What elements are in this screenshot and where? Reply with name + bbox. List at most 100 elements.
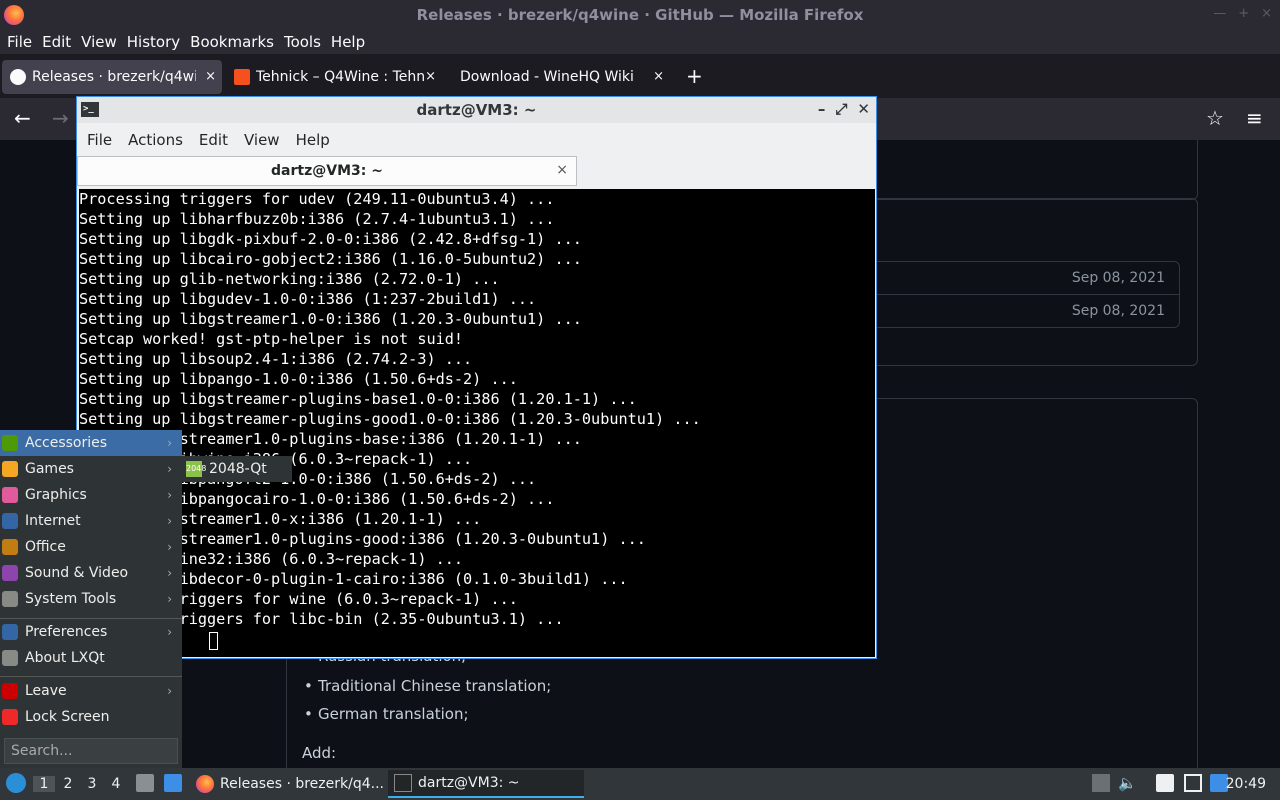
term-menu-actions[interactable]: Actions bbox=[120, 131, 191, 149]
terminal-line: Setting up libharfbuzz0b:i386 (2.7.4-1ub… bbox=[79, 210, 555, 228]
keyboard-icon[interactable] bbox=[1184, 774, 1202, 792]
menu-item-about-lxqt[interactable]: About LXQt bbox=[0, 645, 182, 671]
hamburger-menu-icon[interactable]: ≡ bbox=[1246, 106, 1263, 130]
menu-search-input[interactable]: Search... bbox=[4, 738, 178, 764]
tab-close-icon[interactable]: × bbox=[653, 69, 664, 84]
category-icon bbox=[2, 624, 18, 640]
firefox-titlebar: Releases · brezerk/q4wine · GitHub — Moz… bbox=[0, 0, 1280, 30]
menu-item-label: Preferences bbox=[25, 624, 108, 640]
chevron-right-icon: › bbox=[167, 684, 172, 698]
menu-item-label: Lock Screen bbox=[25, 709, 110, 725]
terminal-line: Setting up libgudev-1.0-0:i386 (1:237-2b… bbox=[79, 290, 537, 308]
terminal-line: Setting up libgstreamer-plugins-good1.0-… bbox=[79, 410, 701, 428]
term-menu-edit[interactable]: Edit bbox=[191, 131, 236, 149]
menu-item-lock-screen[interactable]: Lock Screen bbox=[0, 704, 182, 730]
chevron-right-icon: › bbox=[167, 436, 172, 450]
start-menu-icon[interactable] bbox=[6, 773, 26, 793]
menu-help[interactable]: Help bbox=[326, 33, 370, 51]
menu-item-preferences[interactable]: Preferences › bbox=[0, 619, 182, 645]
terminal-line: Setting up libsoup2.4-1:i386 (2.74.2-3) … bbox=[79, 350, 473, 368]
volume-icon[interactable]: 🔈 bbox=[1118, 774, 1137, 792]
bookmark-star-icon[interactable]: ☆ bbox=[1206, 106, 1224, 130]
application-menu: Accessories › Games › Graphics › Internet › Offi… bbox=[0, 430, 182, 768]
taskbar-item-label: dartz@VM3: ~ bbox=[418, 775, 520, 791]
new-tab-button[interactable]: + bbox=[686, 64, 703, 88]
tray-arrow-icon[interactable] bbox=[1092, 774, 1110, 792]
minimize-icon[interactable]: – bbox=[818, 100, 826, 118]
menu-edit[interactable]: Edit bbox=[37, 33, 76, 51]
submenu-item-label: 2048-Qt bbox=[209, 461, 267, 477]
category-icon bbox=[2, 487, 18, 503]
terminal-line: Setcap worked! gst-ptp-helper is not sui… bbox=[79, 330, 464, 348]
chevron-right-icon: › bbox=[167, 488, 172, 502]
term-menu-view[interactable]: View bbox=[236, 131, 288, 149]
tab-tehnick[interactable]: Tehnick – Q4Wine : Tehnick × bbox=[226, 60, 442, 94]
terminal-icon bbox=[394, 774, 412, 792]
taskbar-item-terminal[interactable]: dartz@VM3: ~ bbox=[388, 770, 584, 798]
terminal-window-controls: – ⤢ ✕ bbox=[818, 100, 870, 118]
menu-item-games[interactable]: Games › bbox=[0, 456, 182, 482]
menu-item-label: System Tools bbox=[25, 591, 117, 607]
menu-item-label: Accessories bbox=[25, 435, 108, 451]
menu-item-system-tools[interactable]: System Tools › bbox=[0, 586, 182, 612]
menu-item-label: Sound & Video bbox=[25, 565, 129, 581]
clock[interactable]: 20:49 bbox=[1226, 776, 1266, 792]
chevron-right-icon: › bbox=[167, 566, 172, 580]
menu-bookmarks[interactable]: Bookmarks bbox=[185, 33, 279, 51]
menu-item-leave[interactable]: Leave › bbox=[0, 678, 182, 704]
terminal-icon: >_ bbox=[81, 102, 99, 117]
tab-label: Tehnick – Q4Wine : Tehnick bbox=[256, 69, 424, 85]
clipboard-icon[interactable] bbox=[1156, 774, 1174, 792]
menu-item-label: Office bbox=[25, 539, 66, 555]
term-menu-file[interactable]: File bbox=[79, 131, 120, 149]
terminal-tab-label: dartz@VM3: ~ bbox=[271, 163, 383, 179]
file-manager-icon[interactable] bbox=[136, 774, 154, 792]
desktop-3[interactable]: 3 bbox=[81, 776, 103, 792]
terminal-output[interactable]: Processing triggers for udev (249.11-0ub… bbox=[79, 189, 875, 657]
tab-label: Download - WineHQ Wiki bbox=[460, 69, 634, 85]
tab-close-icon[interactable]: × bbox=[425, 69, 436, 84]
category-icon bbox=[2, 435, 18, 451]
tab-winehq[interactable]: Download - WineHQ Wiki × bbox=[446, 60, 670, 94]
back-button[interactable]: ← bbox=[14, 106, 31, 130]
terminal-tab[interactable]: dartz@VM3: ~ × bbox=[77, 156, 577, 186]
note-item: German translation; bbox=[304, 705, 469, 723]
maximize-icon[interactable]: ⤢ bbox=[835, 100, 847, 118]
chevron-right-icon: › bbox=[167, 592, 172, 606]
maximize-icon[interactable]: + bbox=[1238, 6, 1249, 21]
tab-close-icon[interactable]: × bbox=[205, 69, 216, 84]
menu-item-label: Games bbox=[25, 461, 74, 477]
asset-date: Sep 08, 2021 bbox=[1071, 270, 1165, 286]
menu-tools[interactable]: Tools bbox=[279, 33, 326, 51]
firefox-icon bbox=[4, 5, 24, 25]
note-item: Traditional Chinese translation; bbox=[304, 677, 551, 695]
show-desktop-icon[interactable] bbox=[164, 774, 182, 792]
desktop-1[interactable]: 1 bbox=[33, 776, 55, 792]
tab-releases[interactable]: Releases · brezerk/q4wine · GitHub × bbox=[2, 60, 222, 94]
minimize-icon[interactable]: — bbox=[1213, 6, 1226, 21]
tab-close-icon[interactable]: × bbox=[556, 162, 568, 178]
close-icon[interactable]: ✕ bbox=[857, 100, 870, 118]
menu-separator bbox=[0, 676, 182, 677]
menu-item-label: About LXQt bbox=[25, 650, 105, 666]
menu-item-graphics[interactable]: Graphics › bbox=[0, 482, 182, 508]
desktop-4[interactable]: 4 bbox=[105, 776, 127, 792]
menu-item-office[interactable]: Office › bbox=[0, 534, 182, 560]
menu-file[interactable]: File bbox=[2, 33, 37, 51]
terminal-menubar: File Actions Edit View Help bbox=[77, 127, 876, 153]
menu-item-accessories[interactable]: Accessories › bbox=[0, 430, 182, 456]
term-menu-help[interactable]: Help bbox=[288, 131, 338, 149]
menu-view[interactable]: View bbox=[76, 33, 122, 51]
menu-item-sound-video[interactable]: Sound & Video › bbox=[0, 560, 182, 586]
forward-button[interactable]: → bbox=[52, 106, 69, 130]
terminal-line: Setting up glib-networking:i386 (2.72.0-… bbox=[79, 270, 500, 288]
taskbar-item-firefox[interactable]: Releases · brezerk/q4... bbox=[190, 770, 386, 798]
close-icon[interactable]: × bbox=[1261, 6, 1272, 21]
menu-item-internet[interactable]: Internet › bbox=[0, 508, 182, 534]
menu-item-label: Leave bbox=[25, 683, 67, 699]
desktop-2[interactable]: 2 bbox=[57, 776, 79, 792]
accessories-submenu[interactable]: 2048 2048-Qt bbox=[182, 456, 292, 482]
menu-history[interactable]: History bbox=[122, 33, 185, 51]
terminal-line: Setting up libgstreamer1.0-0:i386 (1.20.… bbox=[79, 310, 582, 328]
asset-date: Sep 08, 2021 bbox=[1071, 303, 1165, 319]
